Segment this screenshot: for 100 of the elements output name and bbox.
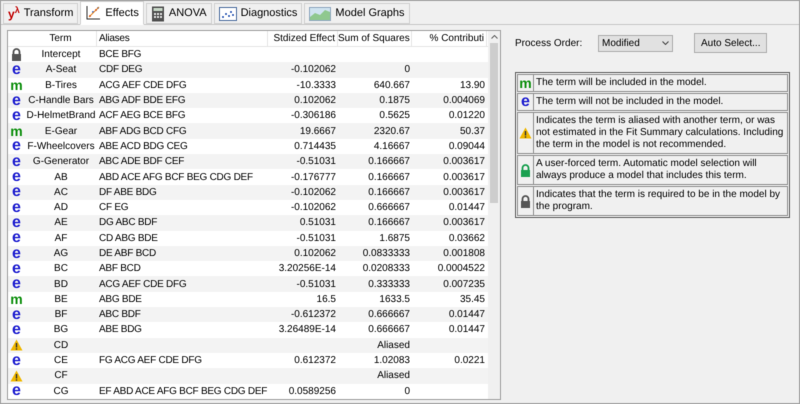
table-cell-text: Aliased: [376, 369, 411, 384]
table-cell-text: CE: [53, 354, 69, 368]
table-cell-text: 0.003617: [442, 170, 486, 185]
table-cell-text: 0: [403, 63, 411, 78]
table-cell-text: 0.666667: [367, 323, 411, 338]
table-cell-text: AG: [52, 247, 70, 261]
table-cell-text: ABC ADE BDF CEF: [98, 155, 186, 170]
table-cell-text: BC: [53, 262, 69, 276]
legend-text: Indicates the term is aliased with another term, or was not estimated in the Fit Summary calculations. Including the term in the model is not recommended.: [535, 114, 784, 152]
e-symbol: e: [12, 230, 21, 246]
table-cell-text: EF ABD ACE AFG BCF BEG CDG DEF: [98, 384, 268, 399]
table-cell-text: 0.0221: [453, 354, 486, 368]
scrollbar[interactable]: [488, 31, 500, 399]
table-cell-text: BD: [53, 278, 69, 292]
table-cell-text: BCE BFG: [98, 48, 142, 62]
scrollbar-thumb[interactable]: [490, 43, 498, 203]
table-cell-text: G-Generator: [32, 155, 90, 170]
table-cell-text: ACG AEF CDE DFG: [98, 278, 188, 292]
e-symbol: e: [12, 260, 21, 277]
table-cell-text: 3.20256E-14: [278, 262, 337, 276]
table-cell-text: CD ABG BDE: [98, 232, 159, 246]
e-symbol: e: [12, 138, 21, 154]
table-cell-text: AE: [53, 216, 69, 230]
table-cell-text: 1633.5: [378, 292, 411, 307]
table-cell-text: 0.102062: [293, 247, 337, 261]
table-cell-text: DF ABE BDG: [98, 186, 158, 200]
table-cell-text: 4.16667: [372, 140, 411, 154]
table-cell-text: AB: [53, 170, 69, 185]
table-cell-text: 0.102062: [293, 94, 337, 108]
table-cell-text: 16.5: [316, 292, 337, 307]
process-order-dropdown[interactable]: Modified: [598, 34, 673, 52]
table-cell-text: Intercept: [40, 48, 82, 62]
tab[interactable]: y$^{λ}$ Transform: [3, 3, 78, 24]
e-symbol: e: [12, 322, 21, 338]
e-symbol: e: [12, 276, 21, 292]
table-cell-text: 50.37: [458, 124, 486, 139]
table-cell-text: ABE BDG: [98, 323, 143, 338]
table-cell-text: F-Wheelcovers: [26, 140, 96, 154]
m-symbol: m: [10, 78, 23, 92]
table-cell-text: 0.004069: [442, 94, 486, 108]
y-lambda-icon: y$^{λ}$: [8, 8, 20, 20]
auto-select-button[interactable]: Auto Select...: [694, 33, 768, 53]
table-cell-text: ABG ADF BDE EFG: [98, 94, 186, 108]
table-cell-text: 0.007235: [442, 278, 486, 292]
scatter-chart-icon: [85, 5, 102, 21]
e-symbol: e: [521, 94, 530, 110]
table-cell-text: 0.01447: [448, 201, 486, 216]
table-cell-text: 0.612372: [293, 354, 337, 368]
table-cell-text: C-Handle Bars: [27, 94, 95, 108]
table-cell-text: -0.51031: [296, 278, 337, 292]
table-cell-text: BE: [53, 292, 69, 307]
table-cell-text: 0.333333: [367, 278, 411, 292]
legend-text: The term will not be included in the model.: [535, 95, 724, 109]
table-cell-text: 0.166667: [367, 186, 411, 200]
table-cell-text: -10.3333: [296, 78, 337, 93]
table-cell-text: -0.102062: [290, 201, 337, 216]
table-cell-text: Aliased: [376, 338, 411, 353]
table-cell-text: 0.166667: [367, 170, 411, 185]
table-cell-text: 0.0208333: [362, 262, 411, 276]
m-symbol: m: [10, 292, 23, 306]
table-cell-text: E-Gear: [44, 124, 78, 139]
table-cell-text: ABF BCD: [98, 262, 142, 276]
table-cell-text: B-Tires: [44, 78, 78, 93]
table-cell-text: 0.166667: [367, 216, 411, 230]
tab[interactable]: ANOVA: [146, 3, 212, 24]
table-cell-text: DG ABC BDF: [98, 216, 158, 230]
lock-icon: [520, 164, 531, 176]
e-symbol: e: [12, 154, 21, 170]
e-symbol: e: [12, 246, 21, 262]
table-cell-text: ABD ACE AFG BCF BEG CDG DEF: [98, 170, 254, 185]
table-cell-text: 35.45: [458, 292, 486, 307]
scatter-plot-icon: [218, 6, 237, 20]
e-symbol: e: [12, 108, 21, 124]
table-cell-text: DE ABF BCD: [98, 247, 157, 261]
table-cell-text: A-Seat: [44, 63, 78, 78]
legend-text: Indicates that the term is required to be in the model by the program.: [535, 188, 782, 214]
table-cell-text: CG: [52, 384, 70, 399]
tab[interactable]: Diagnostics: [214, 3, 302, 24]
warning-icon: [10, 370, 23, 382]
table-cell-text: ACG AEF CDE DFG: [98, 78, 188, 93]
tab[interactable]: Model Graphs: [304, 3, 410, 24]
table-cell-text: ABG BDE: [98, 292, 143, 307]
table-cell-text: CDF DEG: [98, 63, 144, 78]
legend-text: A user-forced term. Automatic model selection will always produce a model that includes this term.: [535, 157, 758, 183]
e-symbol: e: [12, 214, 21, 231]
process-order-label: Process Order:: [515, 36, 584, 50]
table-cell-text: CF EG: [98, 201, 130, 216]
lock-icon: [11, 48, 22, 62]
table-cell-text: CD: [52, 338, 70, 353]
e-symbol: e: [12, 169, 21, 186]
chevron-icon: [662, 41, 669, 45]
table-cell-text: 0.0833333: [362, 247, 411, 261]
table-cell-text: AC: [53, 186, 69, 200]
tab[interactable]: Effects: [80, 1, 144, 25]
table-cell-text: -0.176777: [290, 170, 337, 185]
table-cell-text: AF: [54, 232, 68, 246]
table-cell-text: 0.01447: [448, 308, 486, 322]
table-cell-text: 3.26489E-14: [278, 323, 337, 338]
table-cell-text: 13.90: [458, 78, 486, 93]
table-cell-text: 19.6667: [298, 124, 337, 139]
